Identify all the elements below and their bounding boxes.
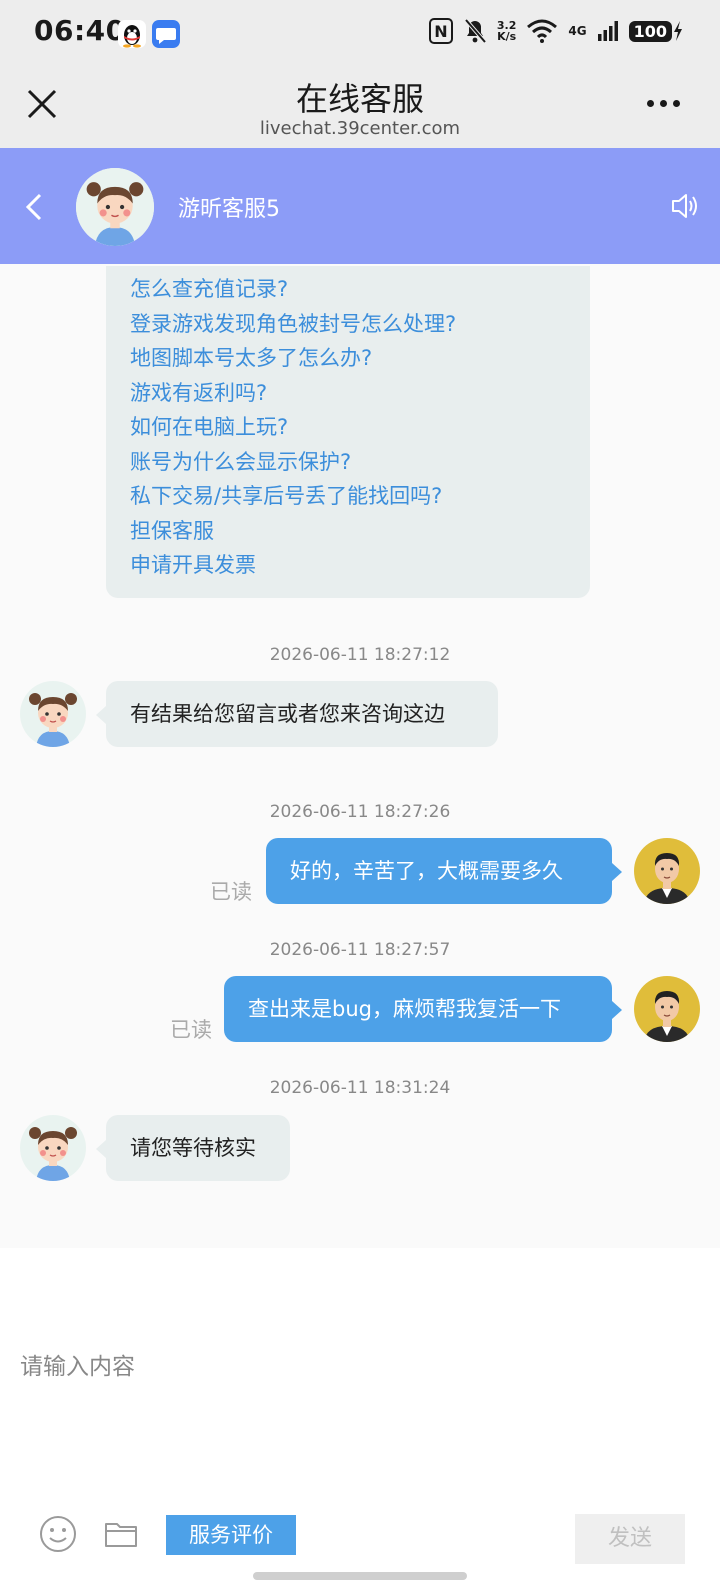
message-timestamp: 2026-06-11 18:27:12 (269, 645, 451, 665)
faq-link-escrow-service[interactable]: 担保客服 (130, 514, 566, 549)
user-message-bubble: 查出来是bug，麻烦帮我复活一下 (224, 976, 622, 1042)
status-icons: N 3.2 K/s 4G 100 (428, 18, 684, 44)
folder-icon[interactable] (104, 1518, 138, 1550)
faq-link-rebate[interactable]: 游戏有返利吗? (130, 376, 566, 411)
user-message-bubble: 好的，辛苦了，大概需要多久 (266, 838, 622, 904)
more-options-icon[interactable] (647, 100, 680, 107)
faq-link-map-scripts[interactable]: 地图脚本号太多了怎么办? (130, 341, 566, 376)
page-url: livechat.39center.com (259, 118, 461, 139)
wifi-icon (527, 19, 558, 43)
agent-avatar (76, 168, 154, 246)
faq-bubble: 怎么查充值记录? 登录游戏发现角色被封号怎么处理? 地图脚本号太多了怎么办? 游… (106, 266, 590, 598)
battery-indicator: 100 (628, 20, 684, 42)
charging-icon (674, 21, 682, 41)
read-status: 已读 (210, 880, 252, 904)
message-app-icon (152, 20, 180, 48)
user-avatar (634, 838, 700, 904)
speaker-icon[interactable] (670, 190, 700, 222)
back-arrow-icon[interactable] (22, 192, 46, 222)
read-status: 已读 (170, 1018, 212, 1042)
home-indicator[interactable] (253, 1572, 467, 1580)
message-timestamp: 2026-06-11 18:31:24 (269, 1078, 451, 1098)
agent-message-bubble: 有结果给您留言或者您来咨询这边 (96, 681, 498, 747)
agent-message-bubble: 请您等待核实 (96, 1115, 290, 1181)
network-type: 4G (568, 24, 586, 38)
qq-app-icon (118, 20, 146, 48)
nfc-icon: N (428, 18, 453, 44)
status-time: 06:40 (34, 14, 126, 47)
faq-link-invoice[interactable]: 申请开具发票 (130, 548, 566, 583)
send-button[interactable]: 发送 (575, 1514, 685, 1564)
mute-bell-icon (464, 18, 487, 44)
emoji-icon[interactable] (38, 1514, 78, 1554)
battery-level: 100 (628, 20, 672, 42)
faq-link-play-on-pc[interactable]: 如何在电脑上玩? (130, 410, 566, 445)
message-timestamp: 2026-06-11 18:27:26 (269, 802, 451, 822)
message-input[interactable] (20, 1354, 700, 1380)
faq-link-account-banned[interactable]: 登录游戏发现角色被封号怎么处理? (130, 307, 566, 342)
network-type-label: 4G (568, 24, 587, 38)
agent-avatar (20, 1115, 86, 1181)
user-avatar (634, 976, 700, 1042)
message-timestamp: 2026-06-11 18:27:57 (269, 940, 451, 960)
faq-link-account-recovery[interactable]: 私下交易/共享后号丢了能找回吗? (130, 479, 566, 514)
faq-link-recharge-records[interactable]: 怎么查充值记录? (130, 272, 566, 307)
net-speed-unit: K/s (497, 30, 517, 43)
faq-link-account-protection[interactable]: 账号为什么会显示保护? (130, 445, 566, 480)
net-speed: 3.2 K/s (497, 20, 517, 42)
service-rating-button[interactable]: 服务评价 (166, 1515, 296, 1555)
page-title: 在线客服 (295, 80, 424, 118)
signal-icon (597, 21, 618, 41)
agent-name: 游昕客服5 (178, 197, 280, 222)
agent-avatar (20, 681, 86, 747)
